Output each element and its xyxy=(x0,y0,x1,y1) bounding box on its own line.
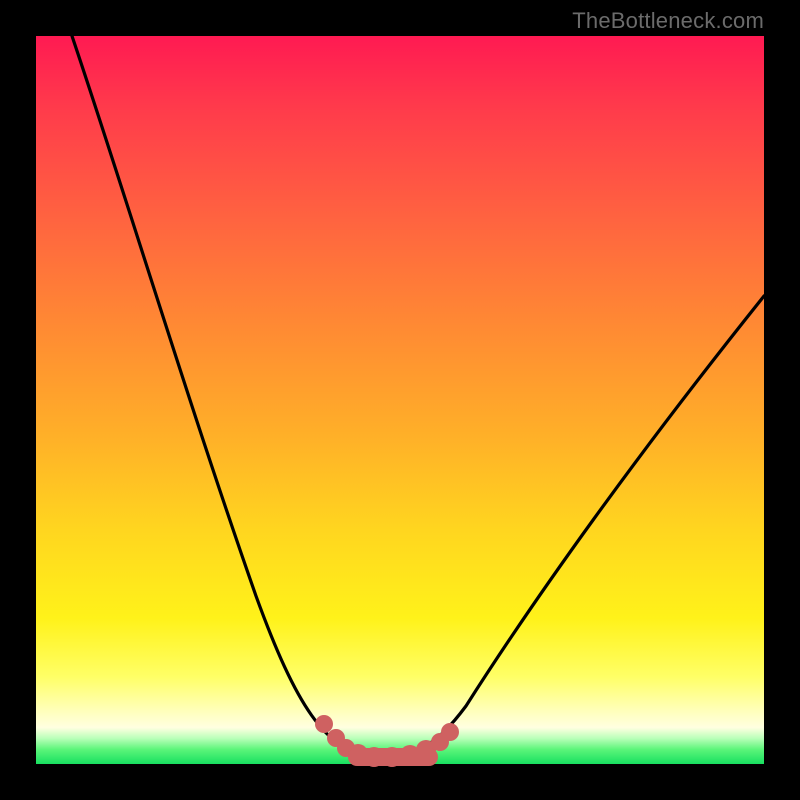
chart-frame: TheBottleneck.com xyxy=(0,0,800,800)
valley-highlight xyxy=(315,715,459,767)
curve-layer xyxy=(36,36,764,764)
watermark-text: TheBottleneck.com xyxy=(572,8,764,34)
bottleneck-curve xyxy=(72,36,764,756)
plot-area xyxy=(36,36,764,764)
